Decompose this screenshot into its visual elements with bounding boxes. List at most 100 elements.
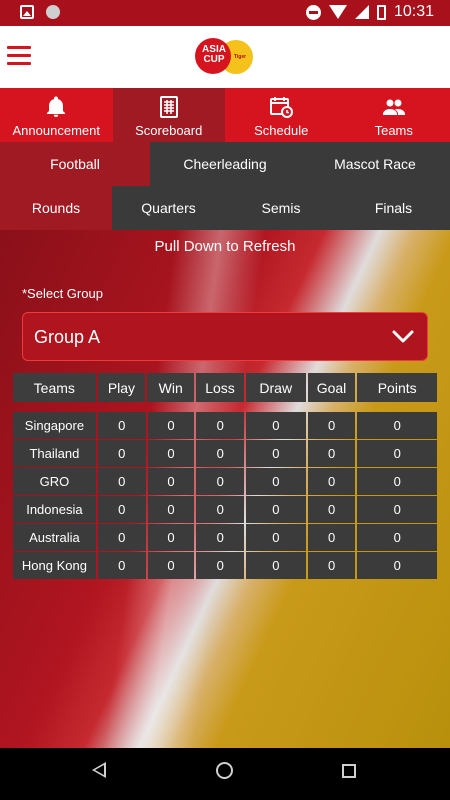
loss-cell: 0 <box>196 412 245 439</box>
column-header-points: Points <box>357 373 437 402</box>
table-row: GRO 0 0 0 0 0 0 <box>13 468 437 495</box>
sport-tab-mascot-race[interactable]: Mascot Race <box>300 142 450 186</box>
loss-cell: 0 <box>196 524 245 551</box>
tab-scoreboard[interactable]: Scoreboard <box>112 88 225 142</box>
win-cell: 0 <box>147 440 195 467</box>
stage-tab-quarters[interactable]: Quarters <box>112 186 225 230</box>
column-header-teams: Teams <box>13 373 96 402</box>
tab-label: Schedule <box>254 123 309 138</box>
signal-icon <box>354 5 369 19</box>
draw-cell: 0 <box>246 552 306 579</box>
wifi-icon <box>328 5 347 19</box>
column-header-loss: Loss <box>196 373 244 402</box>
points-cell: 0 <box>357 468 437 495</box>
loss-cell: 0 <box>196 440 245 467</box>
image-notification-icon <box>20 5 34 19</box>
group-select-value: Group A <box>34 327 101 347</box>
draw-cell: 0 <box>246 468 306 495</box>
table-row: Thailand 0 0 0 0 0 0 <box>13 440 437 467</box>
draw-cell: 0 <box>246 440 306 467</box>
table-row: Singapore 0 0 0 0 0 0 <box>13 412 437 439</box>
points-cell: 0 <box>357 552 437 579</box>
goal-cell: 0 <box>307 468 356 495</box>
goal-cell: 0 <box>307 496 356 523</box>
stage-tab-semis[interactable]: Semis <box>225 186 337 230</box>
status-bar: 10:31 <box>0 0 450 26</box>
column-header-win: Win <box>147 373 195 402</box>
calendar-clock-icon <box>270 97 294 118</box>
tab-label: Teams <box>374 123 413 138</box>
team-name: Indonesia <box>13 496 96 523</box>
tab-announcement[interactable]: Announcement <box>0 88 113 142</box>
points-cell: 0 <box>357 440 437 467</box>
menu-icon[interactable] <box>7 46 31 66</box>
table-row: Indonesia 0 0 0 0 0 0 <box>13 496 437 523</box>
play-cell: 0 <box>97 524 146 551</box>
battery-icon <box>376 4 386 20</box>
sport-tab-football[interactable]: Football <box>0 142 150 186</box>
pull-to-refresh-hint: Pull Down to Refresh <box>154 238 296 255</box>
stage-tab-rounds[interactable]: Rounds <box>0 186 112 230</box>
bell-icon <box>47 96 66 117</box>
play-cell: 0 <box>97 552 146 579</box>
draw-cell: 0 <box>246 412 306 439</box>
win-cell: 0 <box>147 412 195 439</box>
standings-header: Teams Play Win Loss Draw Goal Points <box>11 372 439 403</box>
stage-tabs: Rounds Quarters Semis Finals <box>0 186 450 230</box>
loss-cell: 0 <box>196 552 245 579</box>
tab-teams[interactable]: Teams <box>338 88 450 142</box>
table-row: Hong Kong 0 0 0 0 0 0 <box>13 552 437 579</box>
win-cell: 0 <box>147 496 195 523</box>
play-cell: 0 <box>97 412 146 439</box>
win-cell: 0 <box>147 468 195 495</box>
app-header: ASIA CUP Tiger <box>0 26 450 88</box>
goal-cell: 0 <box>307 524 356 551</box>
select-group-label: *Select Group <box>22 286 103 301</box>
column-header-play: Play <box>97 373 146 402</box>
play-cell: 0 <box>97 440 146 467</box>
win-cell: 0 <box>147 552 195 579</box>
team-name: Australia <box>13 524 96 551</box>
loss-cell: 0 <box>196 496 245 523</box>
recent-apps-icon[interactable] <box>342 764 356 778</box>
group-select[interactable]: Group A <box>22 312 428 361</box>
column-header-goal: Goal <box>307 373 356 402</box>
loss-cell: 0 <box>196 468 245 495</box>
main-tab-bar: Announcement Scoreboard Schedule Teams <box>0 88 450 142</box>
goal-cell: 0 <box>307 440 356 467</box>
team-name: Hong Kong <box>13 552 96 579</box>
tab-label: Scoreboard <box>135 123 203 138</box>
team-name: Singapore <box>13 412 96 439</box>
points-cell: 0 <box>357 496 437 523</box>
goal-cell: 0 <box>307 552 356 579</box>
points-cell: 0 <box>357 524 437 551</box>
scoreboard-icon <box>159 96 178 118</box>
scoreboard-content[interactable]: Pull Down to Refresh *Select Group Group… <box>0 230 450 748</box>
stage-tab-finals[interactable]: Finals <box>337 186 450 230</box>
people-icon <box>382 99 405 115</box>
tab-label: Announcement <box>12 123 100 138</box>
goal-cell: 0 <box>307 412 356 439</box>
team-name: GRO <box>13 468 96 495</box>
notification-dot-icon <box>46 5 60 19</box>
draw-cell: 0 <box>246 524 306 551</box>
sport-tab-cheerleading[interactable]: Cheerleading <box>150 142 300 186</box>
table-row: Australia 0 0 0 0 0 0 <box>13 524 437 551</box>
points-cell: 0 <box>357 412 437 439</box>
do-not-disturb-icon <box>305 4 321 20</box>
win-cell: 0 <box>147 524 195 551</box>
play-cell: 0 <box>97 496 146 523</box>
tab-schedule[interactable]: Schedule <box>225 88 338 142</box>
system-navigation-bar <box>0 748 450 800</box>
sport-tabs: Football Cheerleading Mascot Race <box>0 142 450 186</box>
draw-cell: 0 <box>246 496 306 523</box>
play-cell: 0 <box>97 468 146 495</box>
team-name: Thailand <box>13 440 96 467</box>
clock: 10:31 <box>393 3 434 20</box>
asia-cup-logo: ASIA CUP Tiger <box>195 38 257 76</box>
standings-table: Singapore 0 0 0 0 0 0 Thailand 0 0 0 0 0… <box>11 411 439 580</box>
chevron-down-icon <box>392 330 414 343</box>
column-header-draw: Draw <box>245 373 306 402</box>
back-icon[interactable] <box>92 762 106 778</box>
home-icon[interactable] <box>216 762 233 779</box>
